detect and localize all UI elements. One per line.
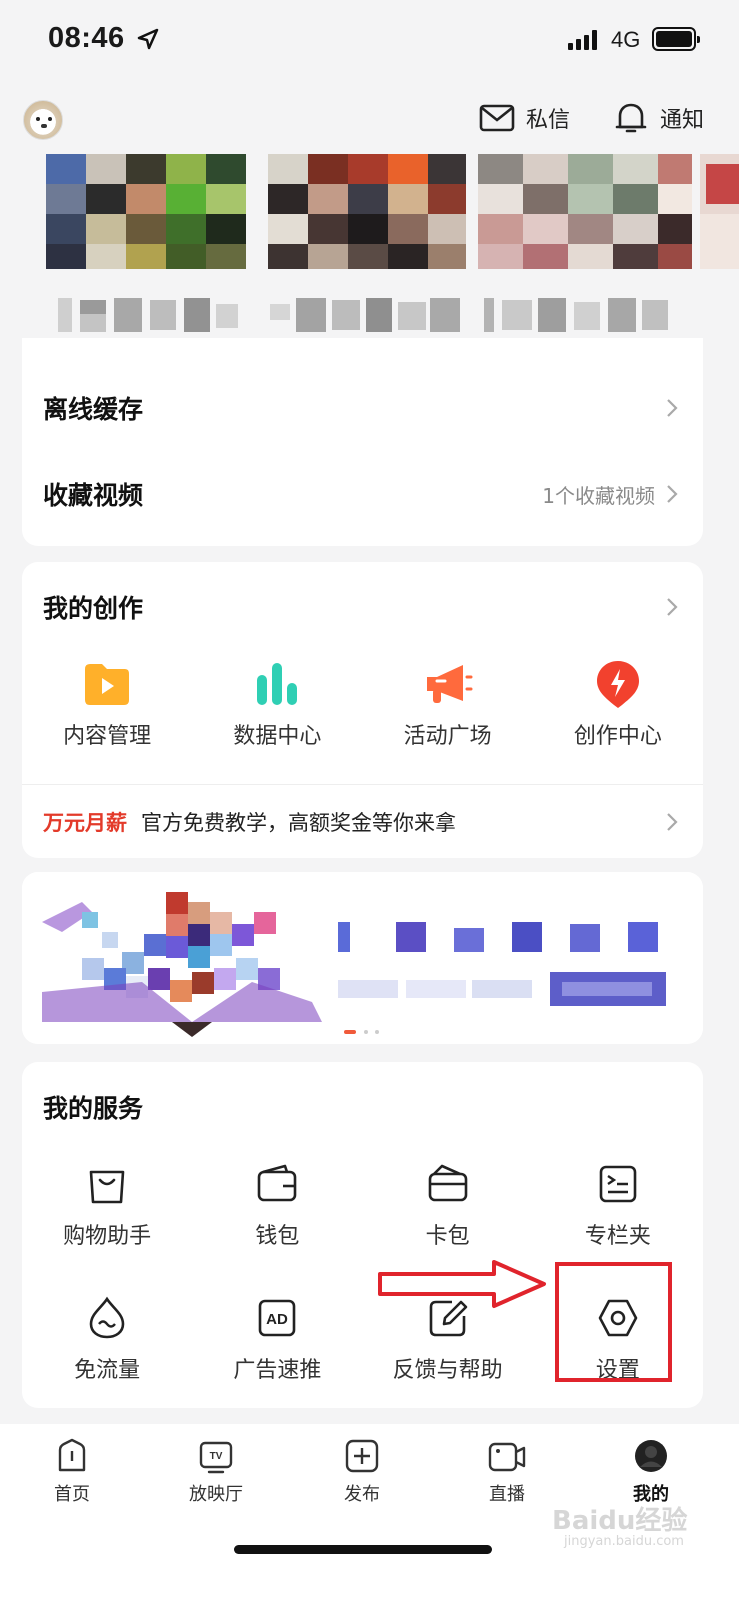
shopping-assistant-button[interactable]: 购物助手 xyxy=(22,1158,192,1250)
bell-icon xyxy=(615,103,647,133)
activity-square-button[interactable]: 活动广场 xyxy=(363,658,533,750)
free-data-label: 免流量 xyxy=(74,1358,141,1383)
tab-publish[interactable]: 发布 xyxy=(312,1436,412,1506)
chevron-right-icon xyxy=(667,399,678,417)
messages-button[interactable]: 私信 xyxy=(478,100,570,136)
column-folder-icon xyxy=(592,1158,644,1210)
notify-button[interactable]: 通知 xyxy=(612,100,704,136)
video-thumbnail[interactable] xyxy=(268,154,466,269)
services-grid-row-1: 购物助手 钱包 卡包 专栏夹 xyxy=(22,1158,703,1250)
profile-icon xyxy=(635,1440,667,1472)
column-folder-label: 专栏夹 xyxy=(584,1224,651,1249)
plus-icon xyxy=(345,1439,379,1473)
creation-grid: 内容管理 数据中心 活动广场 创作中心 xyxy=(22,658,703,750)
watermark-main: Baidu经验 xyxy=(552,1506,688,1536)
data-center-label: 数据中心 xyxy=(233,724,322,749)
chevron-right-icon xyxy=(667,812,678,831)
services-header-row: 我的服务 xyxy=(22,1067,703,1147)
avatar[interactable] xyxy=(23,100,63,140)
svg-text:AD: AD xyxy=(267,1311,289,1328)
creation-center-label: 创作中心 xyxy=(573,724,662,749)
tab-cinema-label: 放映厅 xyxy=(189,1484,243,1505)
creation-center-button[interactable]: 创作中心 xyxy=(533,658,703,750)
chevron-right-icon xyxy=(667,485,678,503)
shopping-bag-icon xyxy=(81,1158,133,1210)
tab-home[interactable]: 首页 xyxy=(22,1436,122,1506)
tab-me[interactable]: 我的 xyxy=(601,1436,701,1506)
card-holder-icon xyxy=(422,1158,474,1210)
content-management-button[interactable]: 内容管理 xyxy=(22,658,192,750)
services-title: 我的服务 xyxy=(43,1094,144,1123)
promo-text: 官方免费教学，高额奖金等你来拿 xyxy=(141,810,456,835)
profile-header: 私信 通知 xyxy=(0,82,739,154)
status-bar: 08:46 4G xyxy=(0,0,739,82)
feedback-help-label: 反馈与帮助 xyxy=(392,1358,503,1383)
annotation-arrow xyxy=(378,1260,546,1308)
favorites-row[interactable]: 收藏视频 1个收藏视频 xyxy=(22,454,703,534)
tab-live[interactable]: 直播 xyxy=(457,1436,557,1506)
video-thumbnail[interactable] xyxy=(478,154,692,269)
tab-publish-label: 发布 xyxy=(344,1484,380,1505)
creation-header-row[interactable]: 我的创作 xyxy=(22,567,703,647)
messages-label: 私信 xyxy=(526,108,571,133)
wallet-label: 钱包 xyxy=(255,1224,300,1249)
video-caption xyxy=(484,298,668,332)
folder-play-icon xyxy=(81,658,133,710)
free-data-button[interactable]: 免流量 xyxy=(22,1292,192,1384)
signal-icon xyxy=(568,30,598,50)
data-center-button[interactable]: 数据中心 xyxy=(192,658,362,750)
card-holder-label: 卡包 xyxy=(425,1224,470,1249)
video-thumbnail[interactable] xyxy=(700,154,739,269)
battery-icon xyxy=(652,27,700,51)
ad-icon: AD xyxy=(251,1292,303,1344)
bar-chart-icon xyxy=(251,658,303,710)
favorites-count: 1个收藏视频 xyxy=(542,483,655,508)
svg-text:TV: TV xyxy=(210,1451,223,1462)
promo-highlight: 万元月薪 xyxy=(43,810,127,835)
video-caption xyxy=(270,298,460,332)
baidu-watermark: Baidu经验 jingyan.baidu.com xyxy=(552,1500,688,1549)
location-arrow-icon xyxy=(137,28,159,50)
wallet-button[interactable]: 钱包 xyxy=(192,1158,362,1250)
free-data-icon xyxy=(81,1292,133,1344)
chevron-right-icon xyxy=(667,598,678,616)
video-caption xyxy=(58,298,238,332)
favorites-title: 收藏视频 xyxy=(43,481,144,510)
content-management-label: 内容管理 xyxy=(63,724,152,749)
wallet-icon xyxy=(251,1158,303,1210)
promo-banner[interactable] xyxy=(22,872,703,1044)
annotation-highlight-box xyxy=(555,1262,672,1382)
watermark-sub: jingyan.baidu.com xyxy=(564,1534,684,1549)
notify-label: 通知 xyxy=(660,108,705,133)
activity-square-label: 活动广场 xyxy=(403,724,492,749)
library-card: 离线缓存 收藏视频 1个收藏视频 xyxy=(22,338,703,546)
creation-card: 我的创作 内容管理 数据中心 活动广场 创作中心 万元月薪 官方免费教学，高额奖… xyxy=(22,562,703,858)
offline-cache-title: 离线缓存 xyxy=(43,395,144,424)
promo-row[interactable]: 万元月薪 官方免费教学，高额奖金等你来拿 xyxy=(22,784,703,858)
home-icon xyxy=(58,1438,86,1472)
shopping-assistant-label: 购物助手 xyxy=(63,1224,152,1249)
tab-live-label: 直播 xyxy=(489,1484,525,1505)
creation-title: 我的创作 xyxy=(43,594,144,623)
tab-cinema[interactable]: TV 放映厅 xyxy=(166,1436,266,1506)
lightning-icon xyxy=(592,658,644,710)
bottom-tab-bar: 首页 TV 放映厅 发布 直播 我的 Baidu经验 jingyan.baidu… xyxy=(0,1424,739,1600)
card-holder-button[interactable]: 卡包 xyxy=(363,1158,533,1250)
status-time: 08:46 xyxy=(48,22,125,54)
tab-home-label: 首页 xyxy=(54,1484,90,1505)
offline-cache-row[interactable]: 离线缓存 xyxy=(22,368,703,448)
tv-icon: TV xyxy=(199,1441,233,1474)
video-thumbnail[interactable] xyxy=(46,154,246,269)
network-type: 4G xyxy=(611,27,641,52)
home-indicator xyxy=(234,1545,492,1554)
history-thumbnails xyxy=(0,154,739,339)
ad-boost-button[interactable]: AD 广告速推 xyxy=(192,1292,362,1384)
mail-icon xyxy=(479,104,515,132)
megaphone-icon xyxy=(422,658,474,710)
banner-image xyxy=(22,872,703,1044)
live-camera-icon xyxy=(488,1442,526,1472)
column-folder-button[interactable]: 专栏夹 xyxy=(533,1158,703,1250)
ad-boost-label: 广告速推 xyxy=(233,1358,322,1383)
